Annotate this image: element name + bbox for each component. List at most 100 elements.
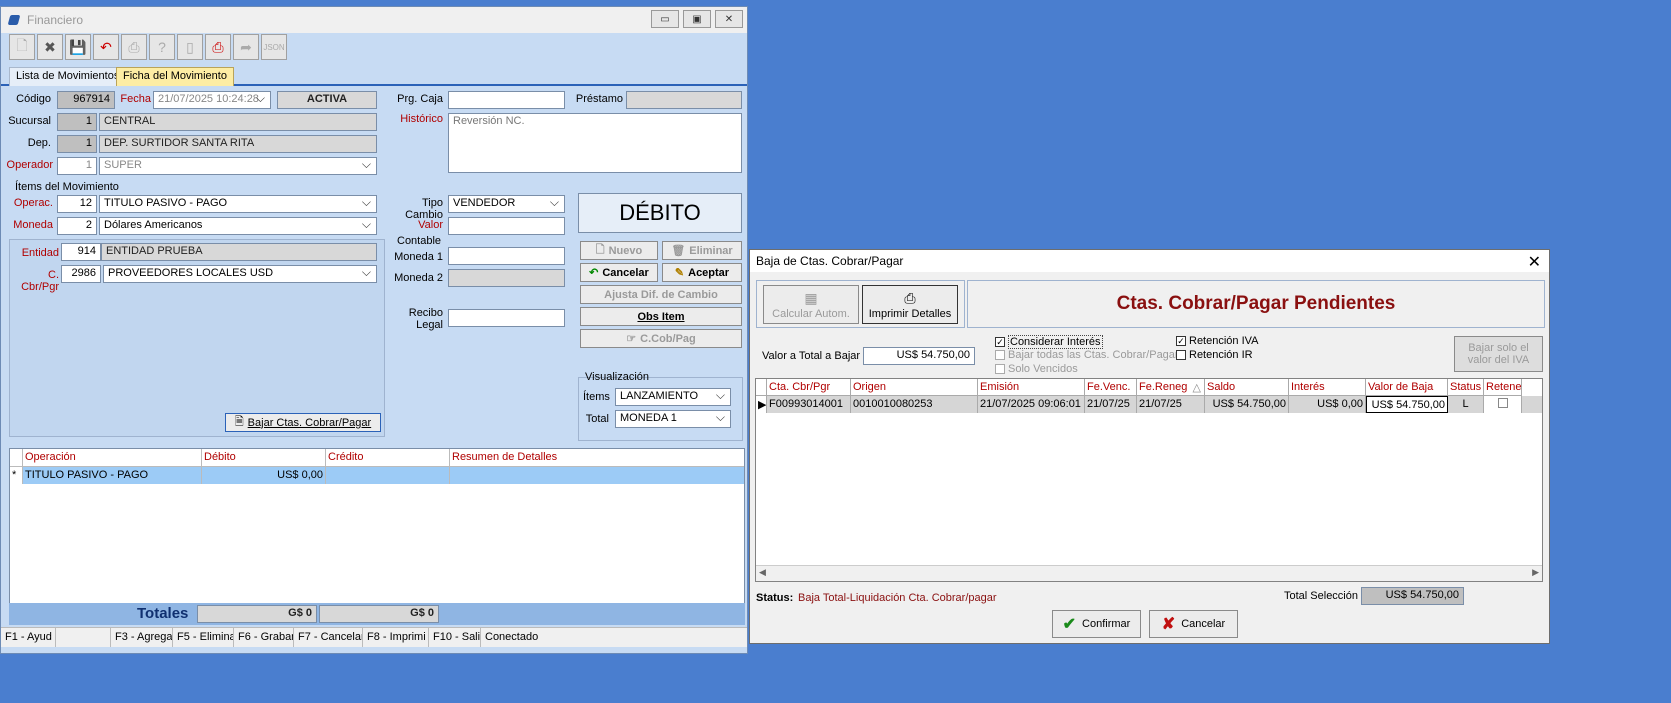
cell-debito[interactable]: US$ 0,00: [202, 467, 326, 484]
confirmar-button[interactable]: ✔ Confirmar: [1052, 610, 1141, 638]
considerar-interes-checkbox[interactable]: ✓ Considerar Interés: [995, 335, 1103, 349]
cell-status[interactable]: L: [1448, 396, 1484, 413]
operador-num[interactable]: 1: [57, 157, 97, 175]
col-valor-baja[interactable]: Valor de Baja: [1366, 379, 1448, 396]
cancelar-dialog-button[interactable]: ✘ Cancelar: [1149, 610, 1238, 638]
export-icon[interactable]: ➦: [233, 34, 259, 60]
nuevo-button[interactable]: 🗋 Nuevo: [580, 241, 658, 260]
cell-cta[interactable]: F00993014001: [767, 396, 851, 413]
close-icon[interactable]: ✕: [1528, 252, 1541, 272]
scroll-right-icon[interactable]: ▶: [1532, 567, 1539, 578]
col-cta[interactable]: Cta. Cbr/Pgr: [767, 379, 851, 396]
table-row[interactable]: ▶ F00993014001 0010010080253 21/07/2025 …: [756, 396, 1542, 413]
cell-credito[interactable]: [326, 467, 450, 484]
entidad-num[interactable]: 914: [61, 243, 101, 261]
ccobpag-button[interactable]: ☞ C.Cob/Pag: [580, 329, 742, 348]
undo-arrow-icon: ↶: [589, 267, 599, 279]
status-label: Status:: [756, 592, 794, 604]
bajar-ctas-button[interactable]: 🗎 Bajar Ctas. Cobrar/Pagar: [225, 413, 381, 432]
tab-lista-movimientos[interactable]: Lista de Movimientos: [9, 67, 127, 86]
scroll-left-icon[interactable]: ◀: [759, 567, 766, 578]
aceptar-button[interactable]: ✎ Aceptar: [662, 263, 742, 282]
prg-caja-field[interactable]: [448, 91, 565, 109]
retencion-iva-checkbox[interactable]: ✓ Retención IVA: [1176, 335, 1259, 347]
cancelar-button[interactable]: ↶ Cancelar: [580, 263, 658, 282]
undo-icon[interactable]: ↶: [93, 34, 119, 60]
col-interes[interactable]: Interés: [1289, 379, 1366, 396]
horizontal-scrollbar[interactable]: ◀ ▶: [756, 565, 1542, 581]
tipo-cambio-select[interactable]: VENDEDOR: [448, 195, 565, 213]
col-fe-reneg[interactable]: Fe.Reneg △: [1137, 379, 1205, 396]
imprimir-detalles-button[interactable]: ⎙ Imprimir Detalles: [862, 285, 958, 324]
delete-icon[interactable]: ✖: [37, 34, 63, 60]
cell-emision[interactable]: 21/07/2025 09:06:01: [978, 396, 1085, 413]
col-resumen[interactable]: Resumen de Detalles: [450, 449, 740, 466]
col-operacion[interactable]: Operación: [23, 449, 202, 466]
operac-num[interactable]: 12: [57, 195, 97, 213]
door-icon[interactable]: ▯: [177, 34, 203, 60]
json-icon[interactable]: JSON: [261, 34, 287, 60]
tab-ficha-movimiento[interactable]: Ficha del Movimiento: [116, 67, 234, 86]
col-emision[interactable]: Emisión: [978, 379, 1085, 396]
minimize-button[interactable]: ▭: [651, 10, 679, 28]
fecha-field[interactable]: 21/07/2025 10:24:28: [153, 91, 271, 109]
printer-red-icon[interactable]: ⎙: [205, 34, 231, 60]
moneda-num[interactable]: 2: [57, 217, 97, 235]
operador-select[interactable]: SUPER: [99, 157, 377, 175]
new-doc-icon[interactable]: 🗋: [9, 34, 35, 60]
dep-num[interactable]: 1: [57, 135, 97, 153]
cell-saldo[interactable]: US$ 54.750,00: [1205, 396, 1289, 413]
cell-retene-checkbox[interactable]: [1484, 396, 1522, 413]
historico-field[interactable]: Reversión NC.: [448, 113, 742, 173]
save-icon[interactable]: 💾: [65, 34, 91, 60]
total-vis-select[interactable]: MONEDA 1: [615, 410, 731, 428]
ctas-grid[interactable]: Cta. Cbr/Pgr Origen Emisión Fe.Venc. Fe.…: [755, 378, 1543, 582]
col-debito[interactable]: Débito: [202, 449, 326, 466]
cell-resumen[interactable]: [450, 467, 740, 484]
cell-fe-venc[interactable]: 21/07/25: [1085, 396, 1137, 413]
bajar-todas-checkbox[interactable]: Bajar todas las Ctas. Cobrar/Pagar: [995, 349, 1179, 361]
print-icon[interactable]: ⎙: [121, 34, 147, 60]
cell-operacion[interactable]: TITULO PASIVO - PAGO: [23, 467, 202, 484]
status-f1: F1 - Ayud: [1, 628, 56, 647]
col-origen[interactable]: Origen: [851, 379, 978, 396]
cell-interes[interactable]: US$ 0,00: [1289, 396, 1366, 413]
help-icon[interactable]: ?: [149, 34, 175, 60]
col-fe-venc[interactable]: Fe.Venc.: [1085, 379, 1137, 396]
ccbr-select[interactable]: PROVEEDORES LOCALES USD: [103, 265, 377, 283]
moneda-select[interactable]: Dólares Americanos: [99, 217, 377, 235]
maximize-button[interactable]: ▣: [683, 10, 711, 28]
cell-valor-baja[interactable]: US$ 54.750,00: [1366, 396, 1448, 413]
calcular-autom-button[interactable]: ▦ Calcular Autom.: [763, 285, 859, 324]
col-status[interactable]: Status: [1448, 379, 1484, 396]
recibo-legal-field[interactable]: [448, 309, 565, 327]
app-icon: [7, 15, 21, 25]
items-grid[interactable]: Operación Débito Crédito Resumen de Deta…: [9, 448, 745, 604]
ajusta-dif-button[interactable]: Ajusta Dif. de Cambio: [580, 285, 742, 304]
codigo-field[interactable]: 967914: [57, 91, 115, 109]
cell-origen[interactable]: 0010010080253: [851, 396, 978, 413]
moneda2-field[interactable]: [448, 269, 565, 287]
table-row[interactable]: * TITULO PASIVO - PAGO US$ 0,00: [10, 467, 744, 484]
bajar-iva-button[interactable]: Bajar solo el valor del IVA: [1454, 336, 1543, 372]
sucursal-num[interactable]: 1: [57, 113, 97, 131]
cancelar-dialog-label: Cancelar: [1181, 618, 1226, 630]
close-button[interactable]: ✕: [715, 10, 743, 28]
status-text: Baja Total-Liquidación Cta. Cobrar/pagar: [798, 592, 997, 604]
prestamo-field[interactable]: [626, 91, 742, 109]
col-saldo[interactable]: Saldo: [1205, 379, 1289, 396]
ccbr-num[interactable]: 2986: [61, 265, 101, 283]
obs-item-button[interactable]: Obs Item: [580, 307, 742, 326]
operac-select[interactable]: TITULO PASIVO - PAGO: [99, 195, 377, 213]
col-credito[interactable]: Crédito: [326, 449, 450, 466]
cell-fe-reneg[interactable]: 21/07/25: [1137, 396, 1205, 413]
valor-total-field[interactable]: US$ 54.750,00: [863, 347, 975, 365]
retencion-ir-checkbox[interactable]: Retención IR: [1176, 349, 1253, 361]
moneda1-field[interactable]: [448, 247, 565, 265]
solo-vencidos-checkbox[interactable]: Solo Vencidos: [995, 363, 1078, 375]
historico-label: Histórico: [400, 113, 443, 125]
valor-field[interactable]: [448, 217, 565, 235]
items-vis-select[interactable]: LANZAMIENTO: [615, 388, 731, 406]
col-retene[interactable]: Retene: [1484, 379, 1522, 396]
eliminar-button[interactable]: 🗑 Eliminar: [662, 241, 742, 260]
